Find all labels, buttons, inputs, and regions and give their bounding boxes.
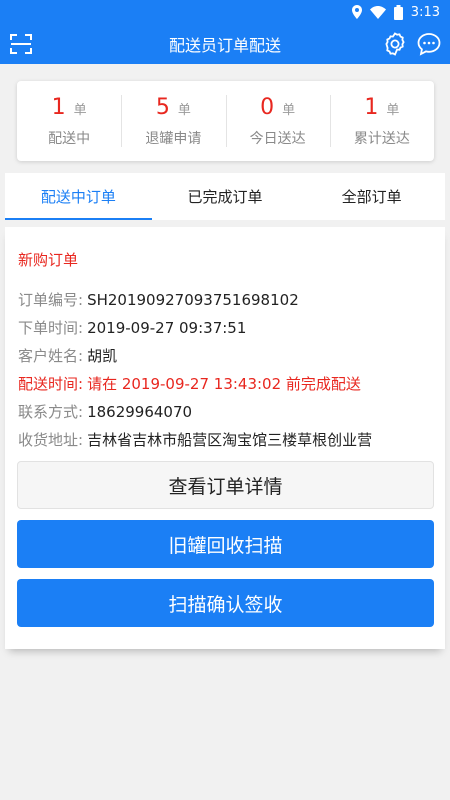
stat-label: 今日送达 (249, 130, 306, 147)
stats-card: 1 单 配送中 5 单 退罐申请 0 单 今日送达 1 单 累计送达 (17, 81, 434, 161)
tab-all-orders[interactable]: 全部订单 (298, 173, 445, 220)
wifi-icon (369, 5, 386, 19)
tab-completed-orders[interactable]: 已完成订单 (152, 173, 299, 220)
delivery-time-row: 配送时间: 请在 2019-09-27 13:43:02 前完成配送 (18, 373, 361, 394)
location-icon (351, 5, 362, 19)
field-label: 联系方式: (18, 403, 84, 421)
stat-unit: 单 (177, 102, 191, 118)
scan-icon (8, 34, 34, 61)
battery-icon (393, 4, 403, 20)
app-bar: 配送员订单配送 (0, 24, 450, 64)
customer-name-value: 胡凯 (87, 347, 118, 365)
order-time-value: 2019-09-27 09:37:51 (87, 319, 247, 337)
contact-row: 联系方式: 18629964070 (18, 401, 192, 422)
settings-button[interactable] (382, 31, 408, 57)
order-card: 新购订单 订单编号: SH20190927093751698102 下单时间: 20… (5, 227, 445, 649)
gear-icon (382, 32, 408, 61)
stat-label: 配送中 (48, 130, 91, 147)
order-tabs: 配送中订单 已完成订单 全部订单 (5, 173, 445, 220)
stat-total-delivered[interactable]: 1 单 累计送达 (329, 81, 434, 161)
field-label: 下单时间: (18, 319, 84, 337)
page-title: 配送员订单配送 (168, 36, 281, 55)
order-type-label: 新购订单 (18, 251, 79, 269)
stat-delivered-today[interactable]: 0 单 今日送达 (225, 81, 330, 161)
view-order-details-button[interactable]: 查看订单详情 (17, 461, 434, 509)
field-label: 客户姓名: (18, 347, 84, 365)
old-tank-recycle-scan-button[interactable]: 旧罐回收扫描 (17, 520, 434, 568)
stat-value: 1 (364, 94, 379, 120)
customer-name-row: 客户姓名: 胡凯 (18, 345, 117, 366)
order-number-row: 订单编号: SH20190927093751698102 (18, 289, 299, 310)
address-value: 吉林省吉林市船营区淘宝馆三楼草根创业营 (87, 431, 373, 449)
stat-value: 5 (155, 94, 170, 120)
field-label: 订单编号: (18, 291, 84, 309)
stat-unit: 单 (73, 102, 87, 118)
message-button[interactable] (416, 31, 442, 57)
chat-icon (416, 33, 442, 61)
field-label: 收货地址: (18, 431, 84, 449)
stat-return-requests[interactable]: 5 单 退罐申请 (121, 81, 225, 161)
address-row: 收货地址: 吉林省吉林市船营区淘宝馆三楼草根创业营 (18, 429, 372, 450)
contact-phone-link[interactable]: 18629964070 (87, 403, 192, 421)
stat-unit: 单 (282, 102, 296, 118)
tab-delivering-orders[interactable]: 配送中订单 (5, 173, 152, 220)
stat-label: 累计送达 (353, 130, 410, 147)
scan-button[interactable] (8, 31, 34, 57)
stat-unit: 单 (386, 102, 400, 118)
delivery-time-value: 请在 2019-09-27 13:43:02 前完成配送 (87, 375, 361, 393)
field-label: 配送时间: (18, 375, 84, 393)
stat-value: 1 (51, 94, 66, 120)
order-number-value: SH20190927093751698102 (87, 291, 299, 309)
status-bar: 3:13 (0, 0, 450, 24)
order-time-row: 下单时间: 2019-09-27 09:37:51 (18, 317, 246, 338)
stat-value: 0 (260, 94, 275, 120)
status-time: 3:13 (410, 4, 440, 20)
scan-confirm-receipt-button[interactable]: 扫描确认签收 (17, 579, 434, 627)
stat-delivering[interactable]: 1 单 配送中 (17, 81, 121, 161)
stat-label: 退罐申请 (145, 130, 202, 147)
